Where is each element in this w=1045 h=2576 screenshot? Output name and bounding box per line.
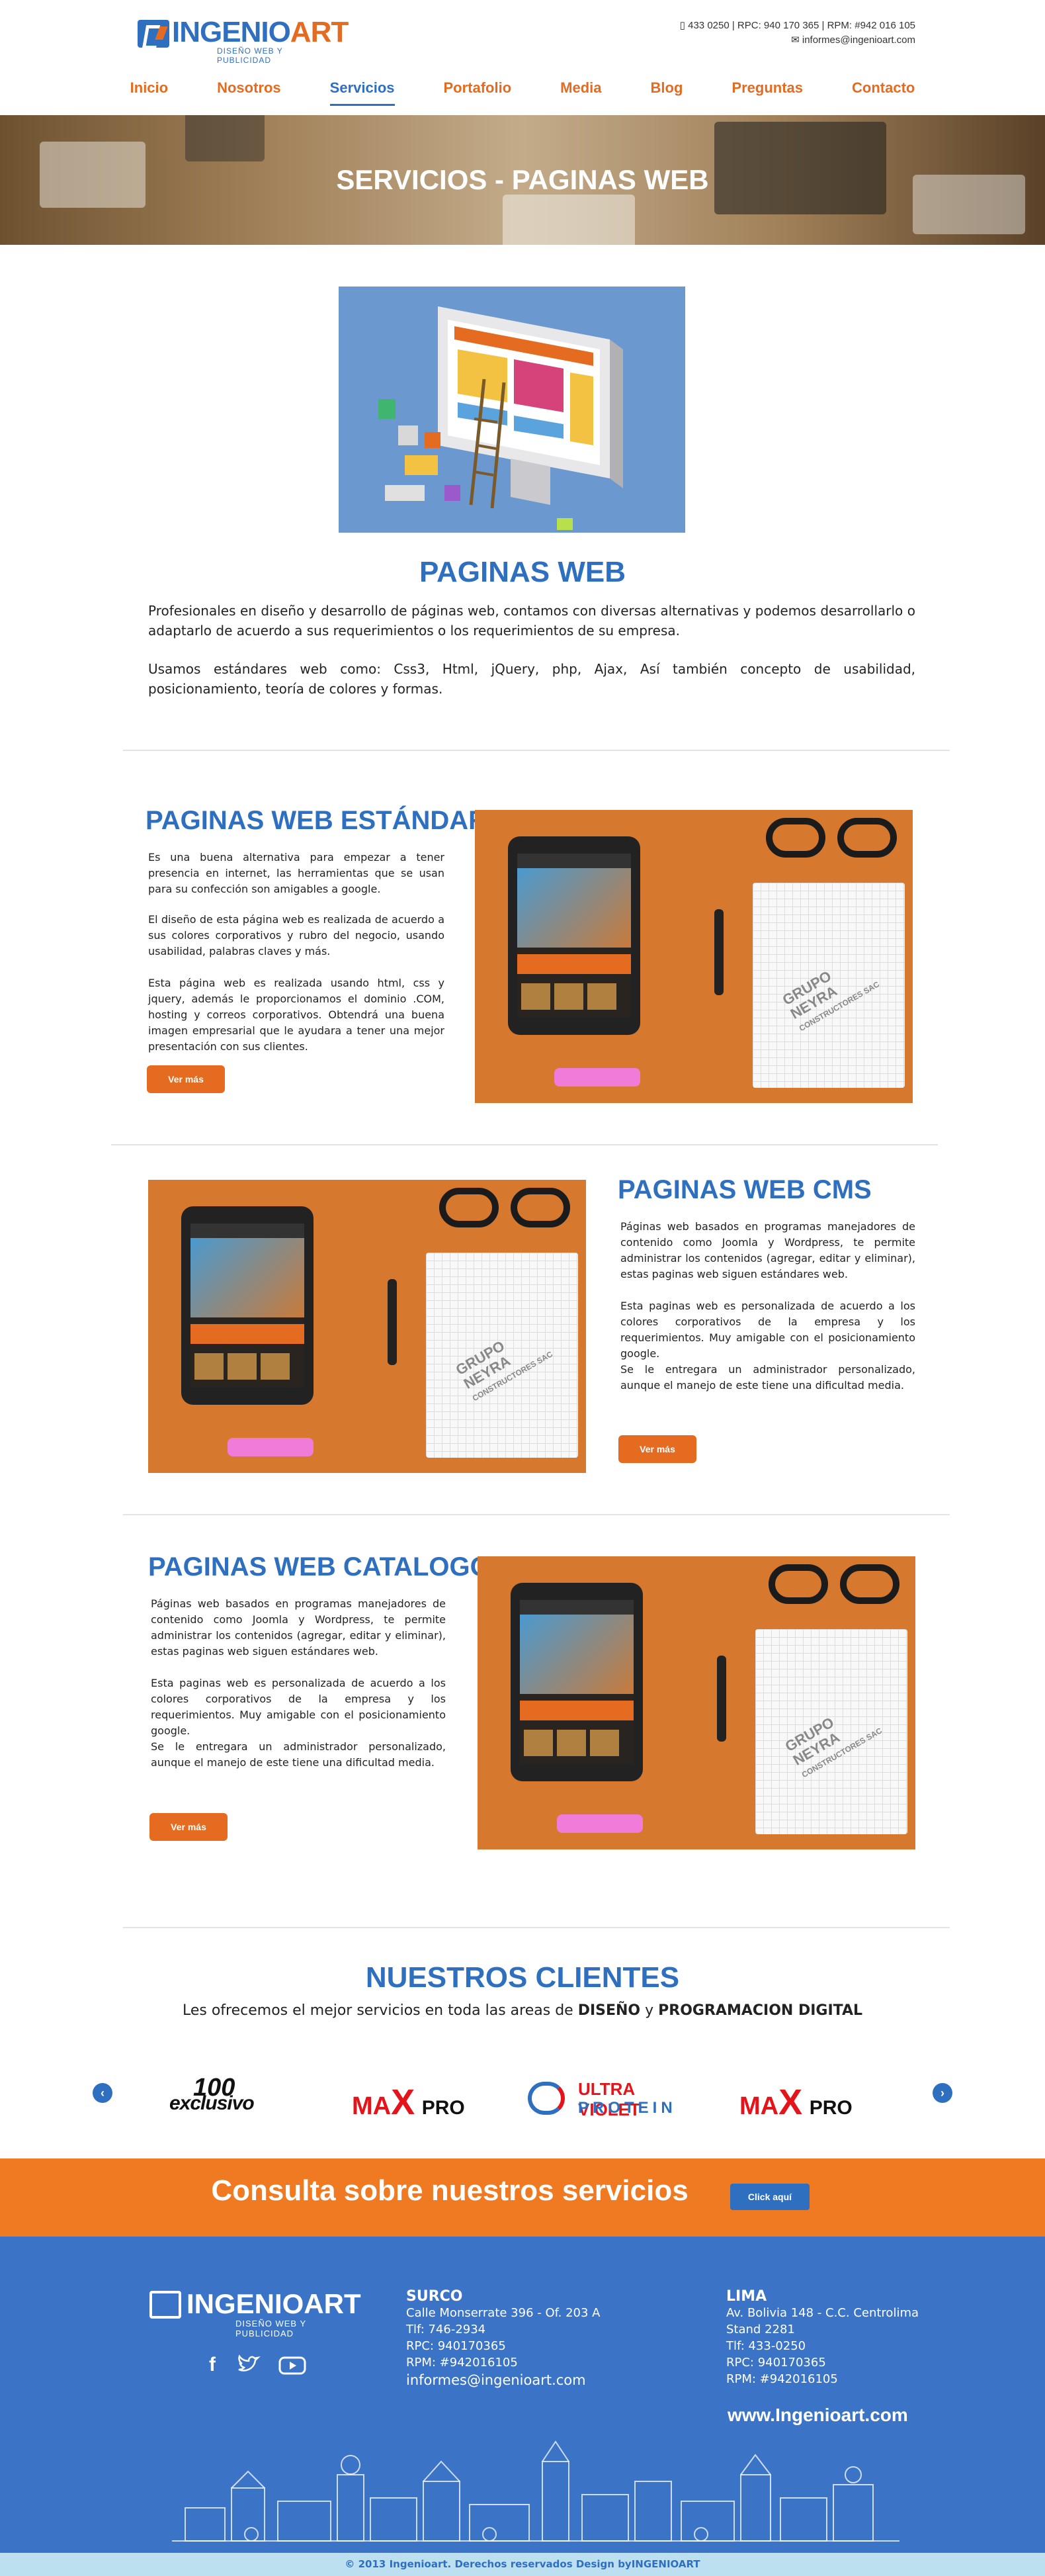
nav-preguntas[interactable]: Preguntas xyxy=(732,73,803,106)
header-contact: ▯ 433 0250 | RPC: 940 170 365 | RPM: #94… xyxy=(680,19,915,48)
footer-website-link[interactable]: www.Ingenioart.com xyxy=(728,2405,908,2426)
mail-icon: ✉ xyxy=(791,34,800,46)
footer-cityscape-illustration xyxy=(172,2435,899,2548)
cms-paragraph-2: Esta paginas web es personalizada de acu… xyxy=(620,1300,915,1360)
catalog-ver-mas-button[interactable]: Ver más xyxy=(149,1813,228,1841)
nav-portafolio[interactable]: Portafolio xyxy=(444,73,512,106)
divider xyxy=(123,1514,950,1515)
footer-lima: LIMA Av. Bolivia 148 - C.C. Centrolima S… xyxy=(726,2288,919,2386)
nav-nosotros[interactable]: Nosotros xyxy=(217,73,281,106)
logo-tagline: DISEÑO WEB Y PUBLICIDAD xyxy=(217,46,283,65)
clients-title: NUESTROS CLIENTES xyxy=(365,1961,680,1994)
footer-logo[interactable]: INGENIOART DISEÑO WEB Y PUBLICIDAD xyxy=(149,2288,361,2338)
cms-photo: GRUPO NEYRA CONSTRUCTORES SAC xyxy=(148,1180,586,1473)
catalog-paragraph-3: Se le entregara un administrador persona… xyxy=(151,1740,446,1769)
cms-paragraph-1: Páginas web basados en programas manejad… xyxy=(620,1220,915,1280)
carousel-prev-button[interactable]: ‹ xyxy=(93,2083,112,2103)
intro-paragraph-2: Usamos estándares web como: Css3, Html, … xyxy=(148,661,915,697)
nav-contacto[interactable]: Contacto xyxy=(852,73,915,106)
catalog-paragraph-1: Páginas web basados en programas manejad… xyxy=(151,1597,446,1658)
hero-illustration xyxy=(339,287,685,533)
copyright: © 2013 Ingenioart. Derechos reservados D… xyxy=(0,2553,1045,2576)
nav-blog[interactable]: Blog xyxy=(651,73,683,106)
intro-title: PAGINAS WEB xyxy=(419,556,626,588)
standard-title: PAGINAS WEB ESTÁNDAR xyxy=(146,806,488,835)
banner-title: SERVICIOS - PAGINAS WEB xyxy=(336,164,709,195)
footer-email[interactable]: informes@ingenioart.com xyxy=(406,2372,601,2389)
standard-photo: GRUPO NEYRA CONSTRUCTORES SAC xyxy=(475,810,913,1103)
logo-wordmark: INGENIOART xyxy=(172,16,349,48)
standard-paragraph-1: Es una buena alternativa para empezar a … xyxy=(148,851,444,895)
intro-paragraph-1: Profesionales en diseño y desarrollo de … xyxy=(148,603,915,639)
client-logo-100-exclusivo[interactable]: 100 exclusivo xyxy=(169,2074,282,2114)
standard-ver-mas-button[interactable]: Ver más xyxy=(147,1065,225,1093)
standard-paragraph-3: Esta página web es realizada usando html… xyxy=(148,977,444,1053)
facebook-icon[interactable]: f xyxy=(200,2352,225,2377)
twitter-icon[interactable] xyxy=(235,2352,261,2377)
header-logo[interactable]: INGENIOART DISEÑO WEB Y PUBLICIDAD xyxy=(138,16,349,65)
logo-mark-icon xyxy=(138,20,169,48)
header-email[interactable]: informes@ingenioart.com xyxy=(802,34,915,46)
standard-paragraph-2: El diseño de esta página web es realizad… xyxy=(148,913,444,957)
phone-line: 433 0250 | RPC: 940 170 365 | RPM: #942 … xyxy=(688,20,915,31)
client-logo-maxpro-2[interactable]: MAX PRO xyxy=(739,2082,853,2123)
catalog-title: PAGINAS WEB CATALOGO xyxy=(148,1552,491,1581)
nav-media[interactable]: Media xyxy=(560,73,601,106)
divider xyxy=(111,1144,938,1145)
page-banner: SERVICIOS - PAGINAS WEB xyxy=(0,115,1045,245)
cms-ver-mas-button[interactable]: Ver más xyxy=(618,1435,696,1463)
nav-inicio[interactable]: Inicio xyxy=(130,73,168,106)
youtube-icon[interactable] xyxy=(278,2352,306,2377)
catalog-paragraph-2: Esta paginas web es personalizada de acu… xyxy=(151,1677,446,1737)
client-logo-ultra-violet[interactable]: ULTRA VIOLET PROTEIN xyxy=(528,2079,693,2119)
footer-surco: SURCO Calle Monserrate 396 - Of. 203 A T… xyxy=(406,2288,601,2389)
carousel-next-button[interactable]: › xyxy=(933,2083,952,2103)
footer-logo-mark-icon xyxy=(149,2291,181,2319)
catalog-photo: GRUPO NEYRA CONSTRUCTORES SAC xyxy=(478,1556,915,1849)
clients-subtitle: Les ofrecemos el mejor servicios en toda… xyxy=(182,2002,863,2019)
nav-servicios[interactable]: Servicios xyxy=(329,73,395,106)
divider xyxy=(123,750,950,751)
divider xyxy=(123,1927,950,1928)
phone-icon: ▯ xyxy=(679,20,685,31)
cms-title: PAGINAS WEB CMS xyxy=(618,1175,872,1204)
client-logo-maxpro-1[interactable]: MAX PRO xyxy=(352,2082,465,2123)
main-nav: Inicio Nosotros Servicios Portafolio Med… xyxy=(0,73,1045,106)
ultra-violet-mark-icon xyxy=(528,2082,565,2115)
cms-paragraph-3: Se le entregara un administrador persona… xyxy=(620,1363,915,1392)
cta-click-button[interactable]: Click aquí xyxy=(730,2184,810,2210)
